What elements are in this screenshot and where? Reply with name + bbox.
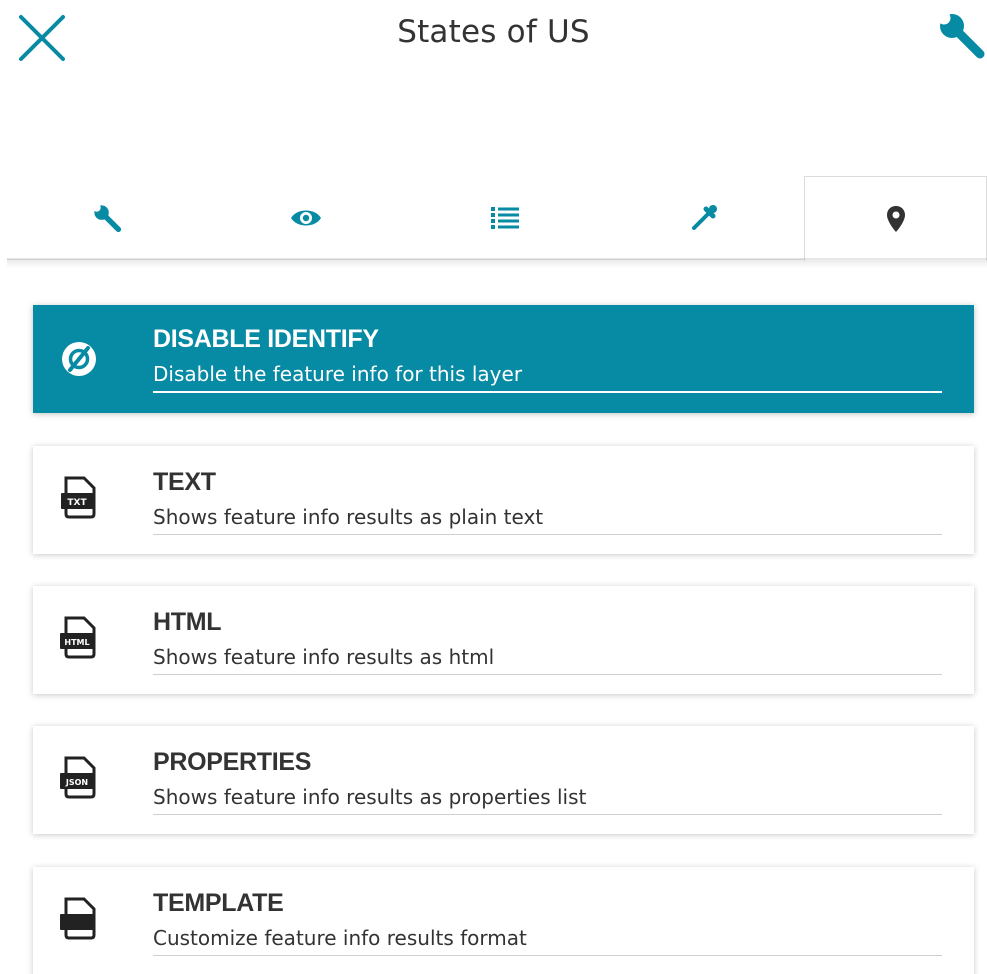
option-description: Shows feature info results as html — [153, 645, 495, 669]
divider — [153, 391, 942, 393]
tab-general[interactable] — [7, 176, 206, 260]
disable-icon — [59, 337, 99, 381]
settings-button[interactable] — [936, 10, 986, 60]
option-title: TEMPLATE — [153, 889, 284, 917]
html-file-icon: HTML — [59, 616, 99, 660]
divider — [153, 955, 942, 956]
map-marker-icon — [886, 205, 905, 232]
option-title: TEXT — [153, 468, 216, 496]
tab-fields[interactable] — [405, 176, 604, 260]
file-badge-label: JSON — [65, 778, 88, 787]
divider — [153, 534, 942, 535]
option-description: Disable the feature info for this layer — [153, 362, 523, 386]
option-title: PROPERTIES — [153, 748, 312, 776]
file-badge-label: TXT — [67, 498, 87, 508]
tab-bar-shadow — [7, 258, 987, 268]
file-badge-label: HTML — [64, 638, 89, 647]
option-disable-identify[interactable]: DISABLE IDENTIFY Disable the feature inf… — [33, 305, 974, 413]
divider — [153, 814, 942, 815]
option-description: Shows feature info results as properties… — [153, 785, 587, 809]
option-text[interactable]: TXT TEXT Shows feature info results as p… — [33, 446, 974, 554]
wrench-icon — [937, 11, 985, 59]
option-template[interactable]: TEMPLATE Customize feature info results … — [33, 867, 974, 974]
option-properties[interactable]: JSON PROPERTIES Shows feature info resul… — [33, 726, 974, 834]
list-icon — [490, 207, 519, 229]
option-description: Shows feature info results as plain text — [153, 505, 544, 529]
eye-icon — [290, 210, 321, 226]
divider — [153, 674, 942, 675]
tab-style[interactable] — [604, 176, 803, 260]
option-title: HTML — [153, 608, 222, 636]
json-file-icon: JSON — [59, 756, 99, 800]
tab-feature-info[interactable] — [804, 176, 987, 261]
wrench-icon — [92, 203, 121, 233]
tab-display[interactable] — [206, 176, 405, 260]
option-title: DISABLE IDENTIFY — [153, 325, 379, 353]
eyedropper-icon — [691, 205, 717, 230]
option-html[interactable]: HTML HTML Shows feature info results as … — [33, 586, 974, 694]
template-file-icon — [59, 897, 99, 941]
page-title: States of US — [397, 14, 590, 50]
tab-bar — [7, 176, 987, 261]
header: States of US — [0, 0, 987, 80]
option-description: Customize feature info results format — [153, 926, 527, 950]
txt-file-icon: TXT — [59, 476, 99, 520]
